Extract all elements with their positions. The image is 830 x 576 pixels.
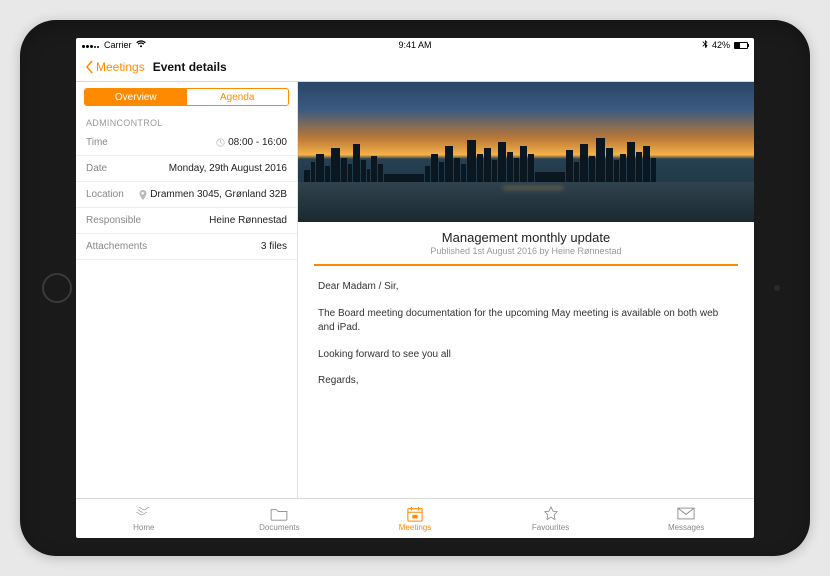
- tab-bar: Home Documents Meetings Favourites: [76, 498, 754, 538]
- details-sidebar: Overview Agenda ADMINCONTROL Time 08:00 …: [76, 82, 298, 498]
- row-value: 08:00 - 16:00: [228, 137, 287, 148]
- segmented-control: Overview Agenda: [84, 88, 289, 106]
- body-paragraph: Looking forward to see you all: [318, 348, 734, 363]
- row-label: Time: [86, 137, 108, 148]
- envelope-icon: [677, 506, 695, 522]
- status-bar: Carrier 9:41 AM 42%: [76, 38, 754, 52]
- tab-home[interactable]: Home: [76, 499, 212, 538]
- row-value: Drammen 3045, Grønland 32B: [150, 189, 287, 200]
- body-paragraph: Regards,: [318, 374, 734, 389]
- back-label: Meetings: [96, 60, 145, 74]
- document-body[interactable]: Dear Madam / Sir, The Board meeting docu…: [298, 266, 754, 415]
- skyline-graphic: [298, 136, 754, 184]
- page-title: Event details: [153, 60, 227, 74]
- body-paragraph: Dear Madam / Sir,: [318, 280, 734, 295]
- clock-icon: [216, 138, 225, 147]
- tab-meetings[interactable]: Meetings: [347, 499, 483, 538]
- folder-icon: [270, 506, 288, 522]
- ipad-frame: Carrier 9:41 AM 42% Meetings Event detai…: [20, 20, 810, 556]
- row-location: Location Drammen 3045, Grønland 32B: [76, 182, 297, 208]
- front-camera: [774, 285, 780, 291]
- tab-messages[interactable]: Messages: [618, 499, 754, 538]
- tab-label: Favourites: [532, 523, 569, 532]
- chevron-left-icon: [82, 60, 96, 74]
- row-date: Date Monday, 29th August 2016: [76, 156, 297, 182]
- tab-label: Home: [133, 523, 154, 532]
- row-responsible: Responsible Heine Rønnestad: [76, 208, 297, 234]
- row-value: Heine Rønnestad: [209, 215, 287, 226]
- hero-image: [298, 82, 754, 222]
- row-value: 3 files: [261, 241, 287, 252]
- document-title: Management monthly update: [298, 230, 754, 245]
- row-label: Location: [86, 189, 124, 200]
- row-attachments[interactable]: Attachements 3 files: [76, 234, 297, 260]
- navigation-bar: Meetings Event details: [76, 52, 754, 82]
- tab-label: Documents: [259, 523, 299, 532]
- row-label: Date: [86, 163, 107, 174]
- screen: Carrier 9:41 AM 42% Meetings Event detai…: [76, 38, 754, 538]
- home-icon: [135, 506, 153, 522]
- back-button[interactable]: Meetings: [82, 60, 145, 74]
- star-icon: [542, 506, 560, 522]
- tab-label: Messages: [668, 523, 704, 532]
- row-label: Responsible: [86, 215, 141, 226]
- body-paragraph: The Board meeting documentation for the …: [318, 307, 734, 336]
- tab-agenda[interactable]: Agenda: [187, 89, 289, 105]
- content-body: Overview Agenda ADMINCONTROL Time 08:00 …: [76, 82, 754, 498]
- main-content: Management monthly update Published 1st …: [298, 82, 754, 498]
- document-subtitle: Published 1st August 2016 by Heine Rønne…: [298, 246, 754, 256]
- tab-label: Meetings: [399, 523, 431, 532]
- calendar-icon: [406, 506, 424, 522]
- document-header: Management monthly update Published 1st …: [298, 222, 754, 260]
- battery-icon: [734, 42, 748, 49]
- group-label: ADMINCONTROL: [76, 114, 297, 130]
- row-value: Monday, 29th August 2016: [169, 163, 287, 174]
- tab-documents[interactable]: Documents: [212, 499, 348, 538]
- row-label: Attachements: [86, 241, 147, 252]
- status-time: 9:41 AM: [76, 40, 754, 50]
- pin-icon: [138, 190, 147, 199]
- row-time: Time 08:00 - 16:00: [76, 130, 297, 156]
- home-button-hardware: [42, 273, 72, 303]
- tab-overview[interactable]: Overview: [85, 89, 187, 105]
- tab-favourites[interactable]: Favourites: [483, 499, 619, 538]
